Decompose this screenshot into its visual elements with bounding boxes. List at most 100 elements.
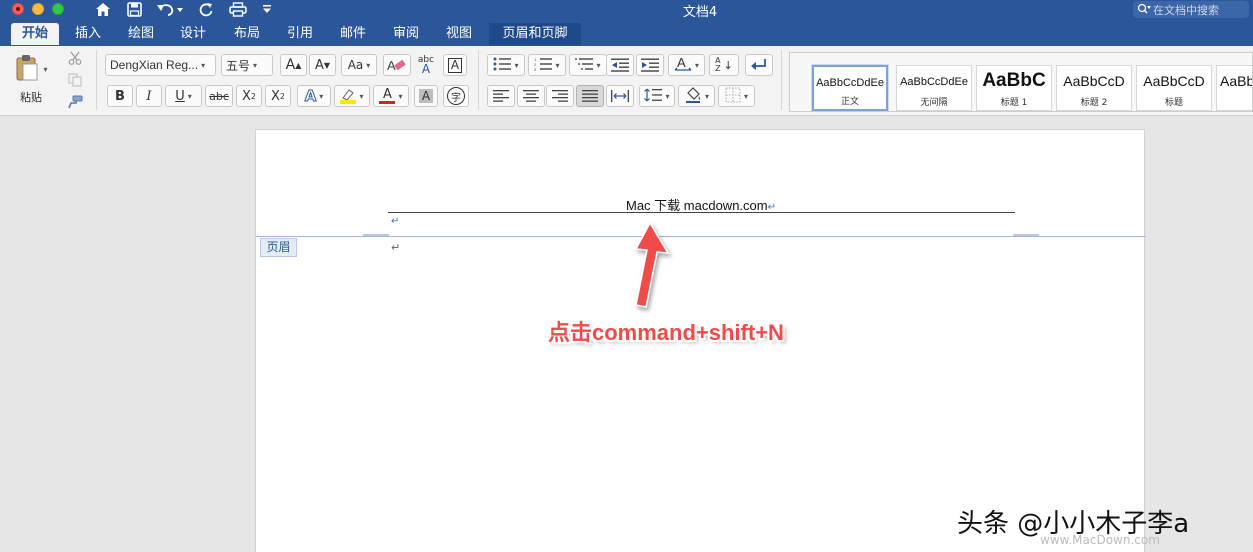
line-spacing-button[interactable]: [639, 85, 675, 107]
bold-button[interactable]: B: [107, 85, 133, 107]
paste-label: 粘贴: [20, 91, 42, 104]
search-input[interactable]: 在文档中搜索: [1133, 1, 1249, 18]
font-name-value: DengXian Reg...: [110, 58, 199, 72]
svg-text:A: A: [677, 56, 686, 70]
italic-glyph: I: [146, 88, 152, 104]
style-heading-2[interactable]: AaBbCcD 标题 2: [1056, 65, 1132, 111]
character-shading-glyph: A: [418, 89, 434, 103]
sort-letters: A Z: [715, 57, 720, 73]
paint-bucket-icon: [684, 86, 702, 106]
undo-icon[interactable]: [155, 0, 185, 18]
header-boundary-line: [256, 236, 1146, 237]
tab-home[interactable]: 开始: [11, 23, 59, 45]
header-bottom-border: [388, 212, 1015, 213]
multilevel-list-button[interactable]: [569, 54, 607, 76]
tab-design[interactable]: 设计: [170, 23, 216, 45]
font-name-select[interactable]: DengXian Reg...: [105, 54, 216, 76]
change-case-button[interactable]: Aa: [341, 54, 377, 76]
document-canvas[interactable]: Mac 下载 macdown.com↵ ↵ 页眉 ↵ 点击command+shi…: [0, 117, 1253, 552]
document-title: 文档4: [682, 5, 718, 20]
style-subtitle[interactable]: AaBb 副标: [1216, 65, 1253, 111]
tab-draw[interactable]: 绘图: [118, 23, 164, 45]
tab-insert[interactable]: 插入: [65, 23, 111, 45]
font-size-select[interactable]: 五号: [221, 54, 273, 76]
superscript-glyph: X: [271, 88, 280, 104]
align-right-icon[interactable]: [546, 85, 574, 107]
increase-indent-icon[interactable]: [636, 54, 664, 76]
style-subtitle-sample: AaBb: [1220, 73, 1253, 89]
align-left-icon[interactable]: [487, 85, 515, 107]
sort-button[interactable]: A Z ↓: [709, 54, 739, 76]
bullets-button[interactable]: [487, 54, 525, 76]
distributed-icon[interactable]: [606, 85, 634, 107]
style-heading-2-sample: AaBbCcD: [1063, 73, 1125, 89]
home-icon[interactable]: [93, 0, 113, 18]
character-shading-button[interactable]: A: [414, 85, 438, 107]
tab-layout[interactable]: 布局: [224, 23, 270, 45]
underline-glyph: U: [175, 88, 185, 104]
decrease-indent-icon[interactable]: [606, 54, 634, 76]
sort-arrow-icon: ↓: [723, 58, 733, 72]
ribbon: ▾ 粘贴 DengXian Reg... 五号 A▲ A▼ Aa A abc A…: [0, 46, 1253, 116]
ribbon-separator: [478, 50, 479, 110]
strikethrough-button[interactable]: abc: [205, 85, 233, 107]
asian-layout-icon: A: [674, 55, 692, 75]
paste-button[interactable]: ▾: [8, 52, 52, 86]
show-formatting-marks-icon[interactable]: [745, 54, 773, 76]
borders-button[interactable]: [718, 85, 755, 107]
italic-button[interactable]: I: [136, 85, 162, 107]
close-window-button[interactable]: [12, 3, 24, 15]
tab-view[interactable]: 视图: [436, 23, 482, 45]
save-icon[interactable]: [124, 0, 144, 18]
search-placeholder: 在文档中搜索: [1153, 3, 1219, 17]
print-icon[interactable]: [227, 0, 249, 18]
clipboard-icon: [12, 53, 42, 86]
subscript-button[interactable]: X2: [236, 85, 262, 107]
text-effects-button[interactable]: A: [297, 85, 331, 107]
align-center-icon[interactable]: [517, 85, 545, 107]
style-heading-2-name: 标题 2: [1080, 98, 1108, 108]
shrink-font-button[interactable]: A ▼: [309, 54, 336, 76]
numbering-button[interactable]: 123: [528, 54, 566, 76]
zoom-window-button[interactable]: [52, 3, 64, 15]
svg-text:3: 3: [534, 67, 537, 71]
style-heading-1[interactable]: AaBbC 标题 1: [976, 65, 1052, 111]
font-color-button[interactable]: A: [373, 85, 409, 107]
phonetic-guide-bottom: A: [421, 62, 431, 76]
redo-icon[interactable]: [196, 0, 216, 18]
enclose-characters-button[interactable]: 字: [443, 85, 469, 107]
highlight-button[interactable]: [334, 85, 370, 107]
format-painter-icon[interactable]: [64, 92, 86, 112]
clear-formatting-icon[interactable]: A: [383, 54, 411, 76]
tab-header-footer[interactable]: 页眉和页脚: [489, 23, 581, 45]
character-border-glyph: A: [447, 57, 463, 73]
font-color-swatch: A: [379, 88, 396, 104]
search-icon: [1137, 3, 1151, 17]
style-no-spacing[interactable]: AaBbCcDdEe 无间隔: [896, 65, 972, 111]
tab-mailings[interactable]: 邮件: [330, 23, 376, 45]
style-title-name: 标题: [1164, 98, 1183, 108]
justify-icon[interactable]: [576, 85, 604, 107]
shading-button[interactable]: [678, 85, 715, 107]
subscript-glyph: X: [242, 88, 251, 104]
customize-toolbar-icon[interactable]: [260, 0, 274, 18]
tab-references[interactable]: 引用: [277, 23, 323, 45]
phonetic-guide-button[interactable]: abc A: [413, 54, 439, 76]
shrink-font-glyph: A: [314, 57, 324, 73]
character-border-button[interactable]: A: [443, 54, 467, 76]
copy-icon[interactable]: [64, 70, 86, 90]
grow-font-button[interactable]: A ▲: [280, 54, 307, 76]
bold-glyph: B: [115, 88, 125, 104]
superscript-button[interactable]: X2: [265, 85, 291, 107]
underline-button[interactable]: U: [165, 85, 202, 107]
style-title[interactable]: AaBbCcD 标题: [1136, 65, 1212, 111]
body-paragraph-mark[interactable]: ↵: [391, 241, 400, 254]
style-normal[interactable]: AaBbCcDdEe 正文: [812, 65, 888, 111]
ribbon-separator: [781, 50, 782, 110]
minimize-window-button[interactable]: [32, 3, 44, 15]
borders-icon: [725, 87, 741, 106]
tab-review[interactable]: 审阅: [383, 23, 429, 45]
line-spacing-icon: [644, 88, 663, 105]
cut-icon[interactable]: [64, 48, 86, 68]
asian-layout-button[interactable]: A: [668, 54, 705, 76]
